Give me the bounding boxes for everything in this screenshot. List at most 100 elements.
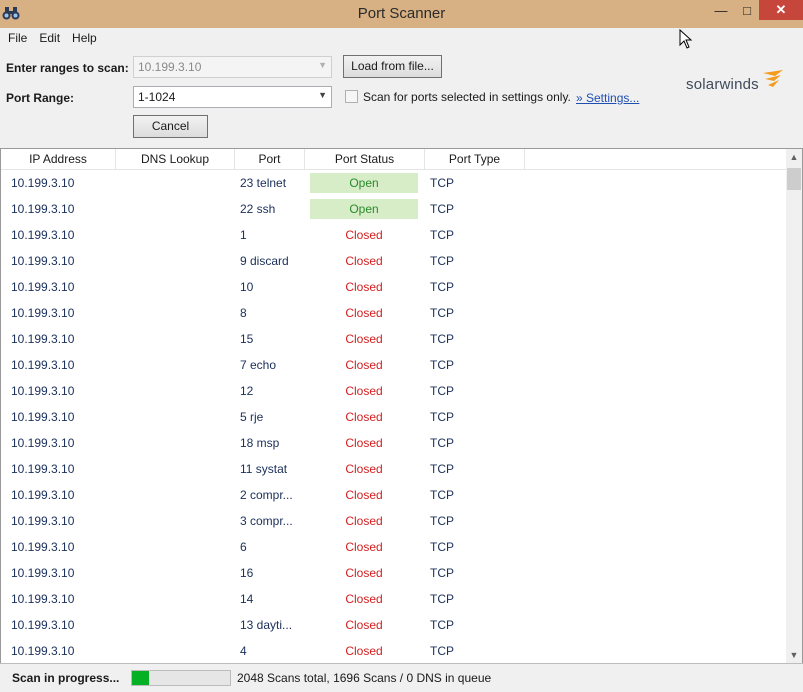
- column-ip-address[interactable]: IP Address: [1, 149, 116, 170]
- cell-ip-address: 10.199.3.10: [11, 202, 75, 216]
- table-row[interactable]: 10.199.3.10 6 Closed TCP: [1, 534, 786, 560]
- cell-port: 7 echo: [240, 358, 277, 372]
- cell-port: 12: [240, 384, 254, 398]
- cell-port: 6: [240, 540, 247, 554]
- cell-ip-address: 10.199.3.10: [11, 566, 75, 580]
- cell-port: 10: [240, 280, 254, 294]
- cell-port: 16: [240, 566, 254, 580]
- cell-port-status: Closed: [345, 618, 383, 632]
- cell-port-type: TCP: [430, 436, 454, 450]
- minimize-button[interactable]: —: [707, 0, 735, 20]
- table-row[interactable]: 10.199.3.10 2 compr... Closed TCP: [1, 482, 786, 508]
- cell-port-status: Open: [310, 173, 418, 193]
- cell-port-type: TCP: [430, 332, 454, 346]
- table-row[interactable]: 10.199.3.10 22 ssh Open TCP: [1, 196, 786, 222]
- cell-port-type: TCP: [430, 254, 454, 268]
- cell-port-type: TCP: [430, 176, 454, 190]
- scroll-down-icon[interactable]: ▼: [786, 647, 802, 664]
- cell-port-status: Closed: [345, 644, 383, 658]
- table-row[interactable]: 10.199.3.10 16 Closed TCP: [1, 560, 786, 586]
- table-row[interactable]: 10.199.3.10 15 Closed TCP: [1, 326, 786, 352]
- cell-port-status: Closed: [345, 514, 383, 528]
- menu-edit[interactable]: Edit: [33, 31, 66, 45]
- cell-port: 11 systat: [240, 462, 288, 476]
- cell-port-status: Open: [310, 199, 418, 219]
- scroll-thumb[interactable]: [787, 168, 801, 190]
- cell-port-type: TCP: [430, 592, 454, 606]
- menu-help[interactable]: Help: [66, 31, 103, 45]
- cell-dns-lookup: [116, 534, 234, 560]
- cell-port: 18 msp: [240, 436, 280, 450]
- cell-port: 8: [240, 306, 247, 320]
- table-row[interactable]: 10.199.3.10 10 Closed TCP: [1, 274, 786, 300]
- cell-port-status: Closed: [345, 228, 383, 242]
- status-bar: Scan in progress... 2048 Scans total, 16…: [0, 663, 803, 692]
- cell-ip-address: 10.199.3.10: [11, 176, 75, 190]
- table-row[interactable]: 10.199.3.10 13 dayti... Closed TCP: [1, 612, 786, 638]
- cell-port-type: TCP: [430, 202, 454, 216]
- table-row[interactable]: 10.199.3.10 11 systat Closed TCP: [1, 456, 786, 482]
- progress-fill: [132, 671, 149, 685]
- port-range-label: Port Range:: [6, 91, 75, 105]
- table-row[interactable]: 10.199.3.10 4 Closed TCP: [1, 638, 786, 664]
- cell-dns-lookup: [116, 404, 234, 430]
- column-port[interactable]: Port: [235, 149, 305, 170]
- ranges-label: Enter ranges to scan:: [6, 61, 129, 75]
- cell-ip-address: 10.199.3.10: [11, 280, 75, 294]
- cell-ip-address: 10.199.3.10: [11, 618, 75, 632]
- cell-dns-lookup: [116, 300, 234, 326]
- column-port-type[interactable]: Port Type: [425, 149, 525, 170]
- cell-port: 9 discard: [240, 254, 289, 268]
- cell-ip-address: 10.199.3.10: [11, 384, 75, 398]
- table-row[interactable]: 10.199.3.10 5 rje Closed TCP: [1, 404, 786, 430]
- cell-port: 23 telnet: [240, 176, 287, 190]
- table-row[interactable]: 10.199.3.10 1 Closed TCP: [1, 222, 786, 248]
- table-row[interactable]: 10.199.3.10 12 Closed TCP: [1, 378, 786, 404]
- table-row[interactable]: 10.199.3.10 14 Closed TCP: [1, 586, 786, 612]
- cell-port-status: Closed: [345, 332, 383, 346]
- ranges-combo[interactable]: 10.199.3.10 ▼: [133, 56, 332, 78]
- cell-port-status: Closed: [345, 540, 383, 554]
- settings-only-label: Scan for ports selected in settings only…: [363, 90, 571, 104]
- maximize-button[interactable]: □: [735, 0, 759, 20]
- table-row[interactable]: 10.199.3.10 3 compr... Closed TCP: [1, 508, 786, 534]
- port-range-combo[interactable]: 1-1024 ▼: [133, 86, 332, 108]
- table-row[interactable]: 10.199.3.10 9 discard Closed TCP: [1, 248, 786, 274]
- settings-link[interactable]: » Settings...: [576, 91, 639, 105]
- cell-port: 15: [240, 332, 254, 346]
- cell-port: 3 compr...: [240, 514, 293, 528]
- table-header: IP Address DNS Lookup Port Port Status P…: [1, 149, 786, 170]
- column-dns-lookup[interactable]: DNS Lookup: [116, 149, 235, 170]
- cell-port-status: Closed: [345, 384, 383, 398]
- column-port-status[interactable]: Port Status: [305, 149, 425, 170]
- scan-progress-bar: [131, 670, 231, 686]
- cell-port: 5 rje: [240, 410, 264, 424]
- cell-dns-lookup: [116, 456, 234, 482]
- cell-port-type: TCP: [430, 228, 454, 242]
- cell-ip-address: 10.199.3.10: [11, 644, 75, 658]
- settings-only-checkbox[interactable]: [345, 90, 358, 103]
- table-row[interactable]: 10.199.3.10 8 Closed TCP: [1, 300, 786, 326]
- table-row[interactable]: 10.199.3.10 18 msp Closed TCP: [1, 430, 786, 456]
- cell-dns-lookup: [116, 352, 234, 378]
- close-button[interactable]: ✕: [759, 0, 803, 20]
- cell-ip-address: 10.199.3.10: [11, 488, 75, 502]
- cell-port: 22 ssh: [240, 202, 276, 216]
- cancel-button[interactable]: Cancel: [133, 115, 208, 138]
- load-from-file-button[interactable]: Load from file...: [343, 55, 442, 78]
- cell-port: 2 compr...: [240, 488, 293, 502]
- cell-port: 1: [240, 228, 247, 242]
- scroll-up-icon[interactable]: ▲: [786, 149, 802, 166]
- port-range-value: 1-1024: [138, 90, 176, 104]
- cell-dns-lookup: [116, 196, 234, 222]
- ranges-value: 10.199.3.10: [138, 60, 202, 74]
- table-row[interactable]: 10.199.3.10 23 telnet Open TCP: [1, 170, 786, 196]
- menu-file[interactable]: File: [2, 31, 33, 45]
- table-row[interactable]: 10.199.3.10 7 echo Closed TCP: [1, 352, 786, 378]
- window-title: Port Scanner: [357, 5, 446, 22]
- title-bar: Port Scanner — □ ✕: [0, 0, 803, 28]
- cell-port-status: Closed: [345, 488, 383, 502]
- vertical-scrollbar[interactable]: ▲ ▼: [786, 149, 802, 664]
- solarwinds-logo: solarwinds: [686, 70, 786, 96]
- cell-dns-lookup: [116, 430, 234, 456]
